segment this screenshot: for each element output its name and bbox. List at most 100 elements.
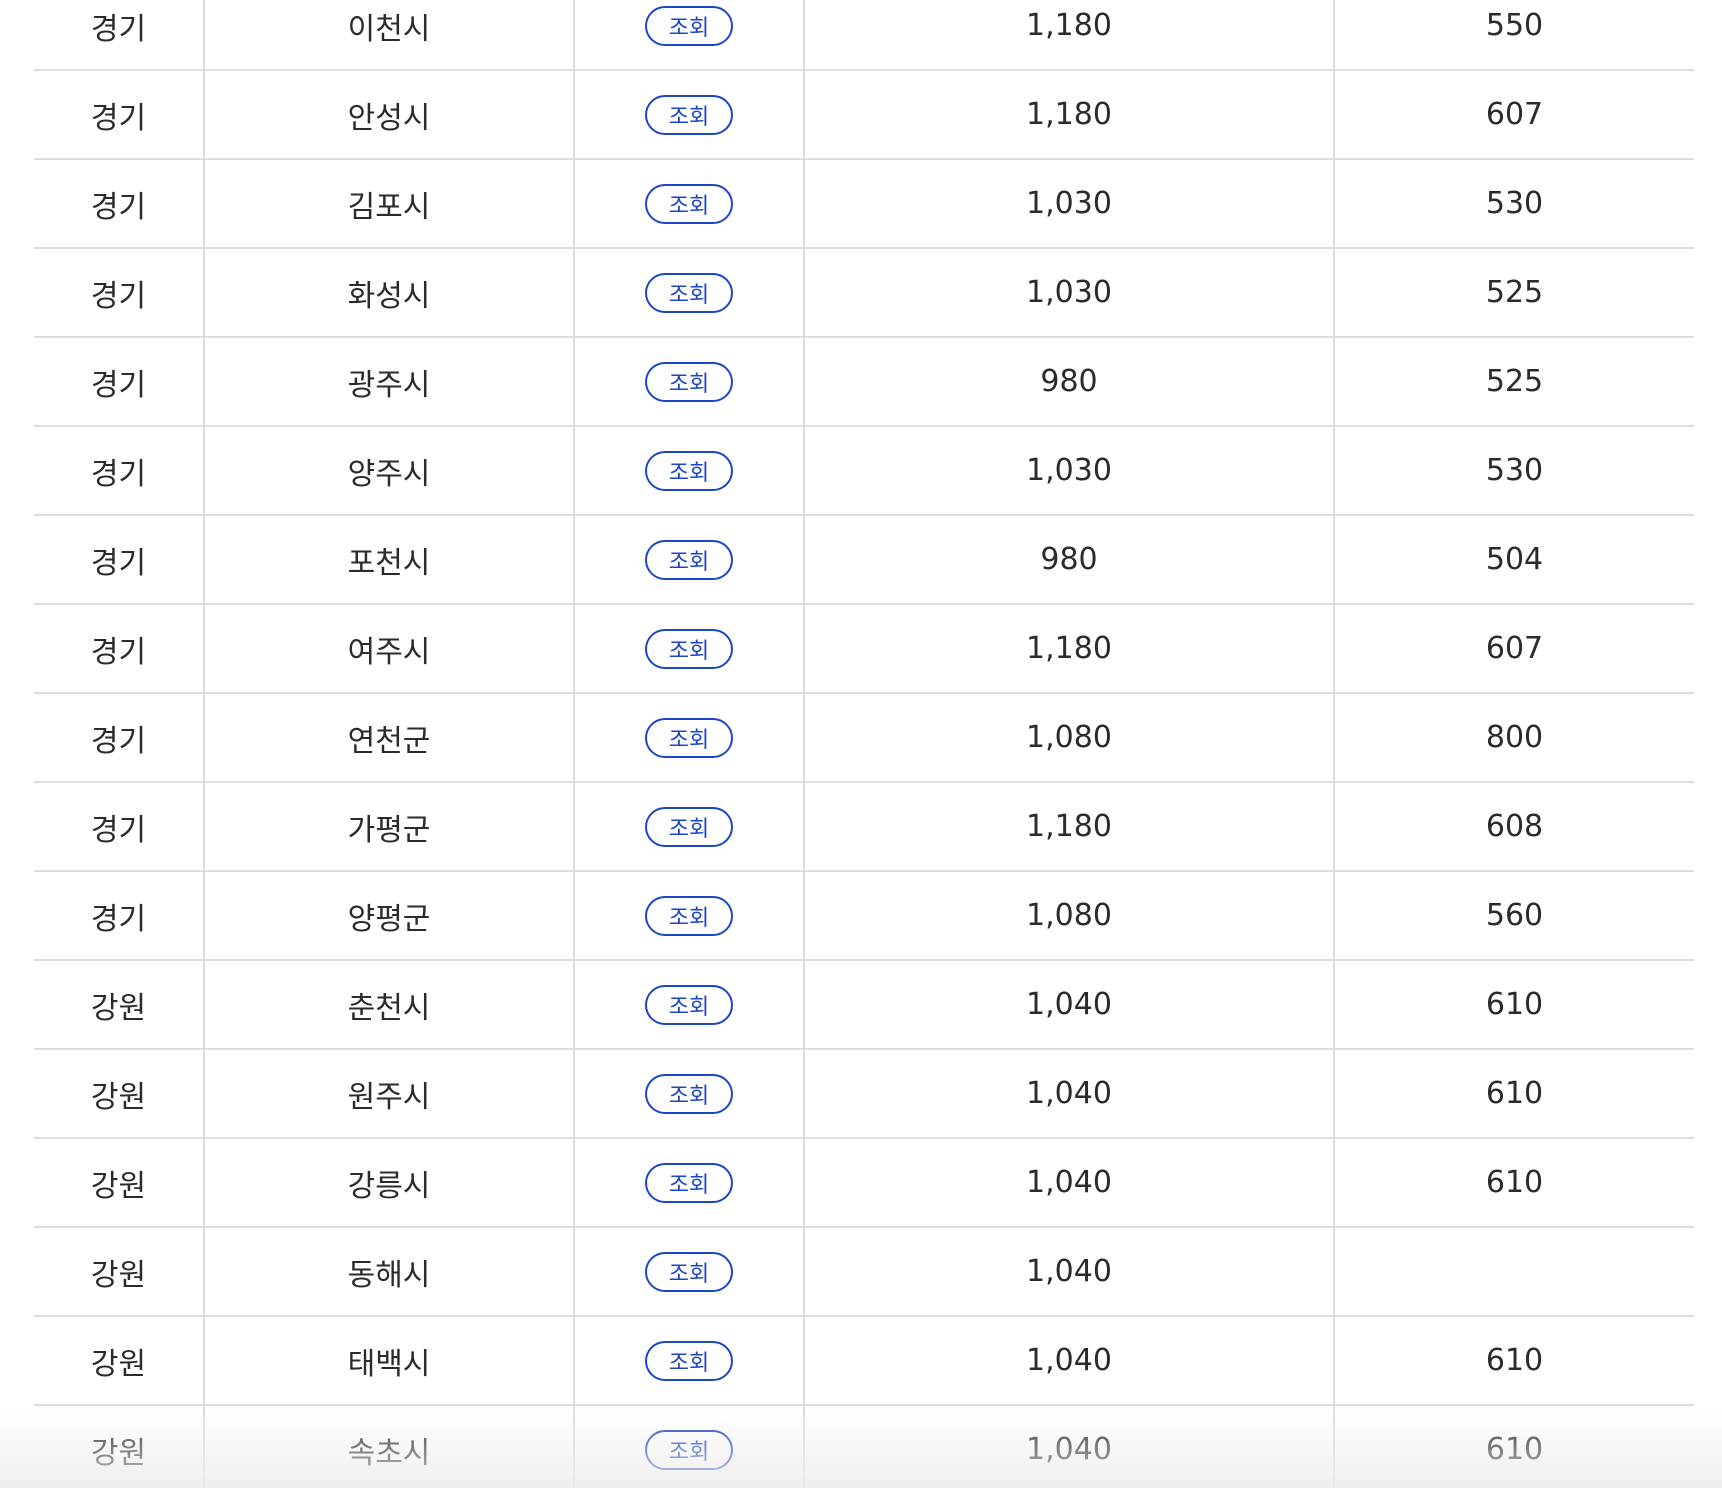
- city-cell: 화성시: [205, 249, 575, 336]
- region-cell: 경기: [34, 694, 205, 781]
- view-button[interactable]: 조회: [645, 361, 733, 402]
- table-row: 경기 김포시 조회 1,030 530: [34, 160, 1694, 249]
- view-button[interactable]: 조회: [645, 1162, 733, 1203]
- value1-cell: 1,040: [805, 1317, 1335, 1404]
- view-button[interactable]: 조회: [645, 183, 733, 224]
- table-row: 경기 가평군 조회 1,180 608: [34, 783, 1694, 872]
- view-button-cell: 조회: [575, 516, 805, 603]
- view-button[interactable]: 조회: [645, 895, 733, 936]
- value1-cell: 1,030: [805, 160, 1335, 247]
- view-button-cell: 조회: [575, 160, 805, 247]
- region-cell: 강원: [34, 1317, 205, 1404]
- value1-cell: 1,030: [805, 427, 1335, 514]
- city-cell: 광주시: [205, 338, 575, 425]
- value2-cell: 550: [1485, 8, 1544, 43]
- region-cell: 경기: [34, 872, 205, 959]
- city-cell: 포천시: [205, 516, 575, 603]
- value1-cell: 1,030: [805, 249, 1335, 336]
- view-button-cell: 조회: [575, 1317, 805, 1404]
- view-button[interactable]: 조회: [645, 1429, 733, 1470]
- city-cell: 속초시: [205, 1406, 575, 1488]
- view-button-cell: 조회: [575, 961, 805, 1048]
- table-row: 경기 여주시 조회 1,180 607: [34, 605, 1694, 694]
- view-button-cell: 조회: [575, 1139, 805, 1226]
- view-button[interactable]: 조회: [645, 539, 733, 580]
- view-button-cell: 조회: [575, 605, 805, 692]
- value1-cell: 1,180: [805, 0, 1335, 69]
- table-row: 경기 포천시 조회 980 504: [34, 516, 1694, 605]
- value2-cell: 525: [1485, 275, 1544, 310]
- value1-cell: 1,180: [805, 71, 1335, 158]
- table-row: 경기 양주시 조회 1,030 530: [34, 427, 1694, 516]
- view-button[interactable]: 조회: [645, 984, 733, 1025]
- value2-cell: 530: [1485, 186, 1544, 221]
- view-button[interactable]: 조회: [645, 628, 733, 669]
- view-button[interactable]: 조회: [645, 272, 733, 313]
- view-button-cell: 조회: [575, 0, 805, 69]
- city-cell: 여주시: [205, 605, 575, 692]
- value2-cell: 504: [1485, 542, 1544, 577]
- value2-cell: 610: [1485, 1343, 1544, 1378]
- view-button[interactable]: 조회: [645, 1251, 733, 1292]
- value2-cell: 525: [1485, 364, 1544, 399]
- city-cell: 연천군: [205, 694, 575, 781]
- region-cell: 강원: [34, 961, 205, 1048]
- city-cell: 김포시: [205, 160, 575, 247]
- value1-cell: 980: [805, 338, 1335, 425]
- region-cell: 경기: [34, 783, 205, 870]
- city-cell: 원주시: [205, 1050, 575, 1137]
- region-cell: 경기: [34, 0, 205, 69]
- region-cell: 강원: [34, 1406, 205, 1488]
- view-button-cell: 조회: [575, 71, 805, 158]
- city-cell: 강릉시: [205, 1139, 575, 1226]
- value1-cell: 1,080: [805, 872, 1335, 959]
- table-row: 경기 화성시 조회 1,030 525: [34, 249, 1694, 338]
- value2-cell: 560: [1485, 898, 1544, 933]
- value1-cell: 1,040: [805, 1228, 1335, 1315]
- value2-cell: 608: [1485, 809, 1544, 844]
- value2-cell: 610: [1485, 987, 1544, 1022]
- region-cell: 경기: [34, 605, 205, 692]
- table-row: 강원 원주시 조회 1,040 610: [34, 1050, 1694, 1139]
- view-button[interactable]: 조회: [645, 450, 733, 491]
- value1-cell: 1,040: [805, 961, 1335, 1048]
- city-cell: 이천시: [205, 0, 575, 69]
- value1-cell: 1,180: [805, 783, 1335, 870]
- table-row: 경기 광주시 조회 980 525: [34, 338, 1694, 427]
- region-cell: 경기: [34, 338, 205, 425]
- view-button-cell: 조회: [575, 1228, 805, 1315]
- city-cell: 동해시: [205, 1228, 575, 1315]
- value1-cell: 980: [805, 516, 1335, 603]
- view-button-cell: 조회: [575, 1406, 805, 1488]
- value2-cell: [1335, 1228, 1694, 1315]
- view-button-cell: 조회: [575, 1050, 805, 1137]
- view-button-cell: 조회: [575, 872, 805, 959]
- view-button[interactable]: 조회: [645, 806, 733, 847]
- value2-cell: 607: [1485, 631, 1544, 666]
- value2-cell: 530: [1485, 453, 1544, 488]
- region-cell: 강원: [34, 1228, 205, 1315]
- view-button-cell: 조회: [575, 783, 805, 870]
- view-button[interactable]: 조회: [645, 1073, 733, 1114]
- view-button[interactable]: 조회: [645, 1340, 733, 1381]
- view-button[interactable]: 조회: [645, 717, 733, 758]
- region-cell: 강원: [34, 1139, 205, 1226]
- value1-cell: 1,080: [805, 694, 1335, 781]
- value1-cell: 1,040: [805, 1139, 1335, 1226]
- view-button[interactable]: 조회: [645, 94, 733, 135]
- value2-cell: 800: [1485, 720, 1544, 755]
- value1-cell: 1,040: [805, 1406, 1335, 1488]
- city-cell: 양주시: [205, 427, 575, 514]
- data-table: 경기 이천시 조회 1,180 550 경기 안성시 조회 1,180 607 경기 김포시 조회 1,0…: [34, 0, 1694, 1488]
- value2-cell: 610: [1485, 1076, 1544, 1111]
- region-cell: 경기: [34, 249, 205, 336]
- city-cell: 안성시: [205, 71, 575, 158]
- value2-cell: 607: [1485, 97, 1544, 132]
- table-row: 경기 이천시 조회 1,180 550: [34, 0, 1694, 71]
- page-viewport: 경기 이천시 조회 1,180 550 경기 안성시 조회 1,180 607 경기 김포시 조회 1,0…: [0, 0, 1722, 1488]
- table-row: 경기 양평군 조회 1,080 560: [34, 872, 1694, 961]
- table-row: 강원 춘천시 조회 1,040 610: [34, 961, 1694, 1050]
- view-button[interactable]: 조회: [645, 5, 733, 46]
- table-row: 강원 태백시 조회 1,040 610: [34, 1317, 1694, 1406]
- value2-cell: 610: [1485, 1165, 1544, 1200]
